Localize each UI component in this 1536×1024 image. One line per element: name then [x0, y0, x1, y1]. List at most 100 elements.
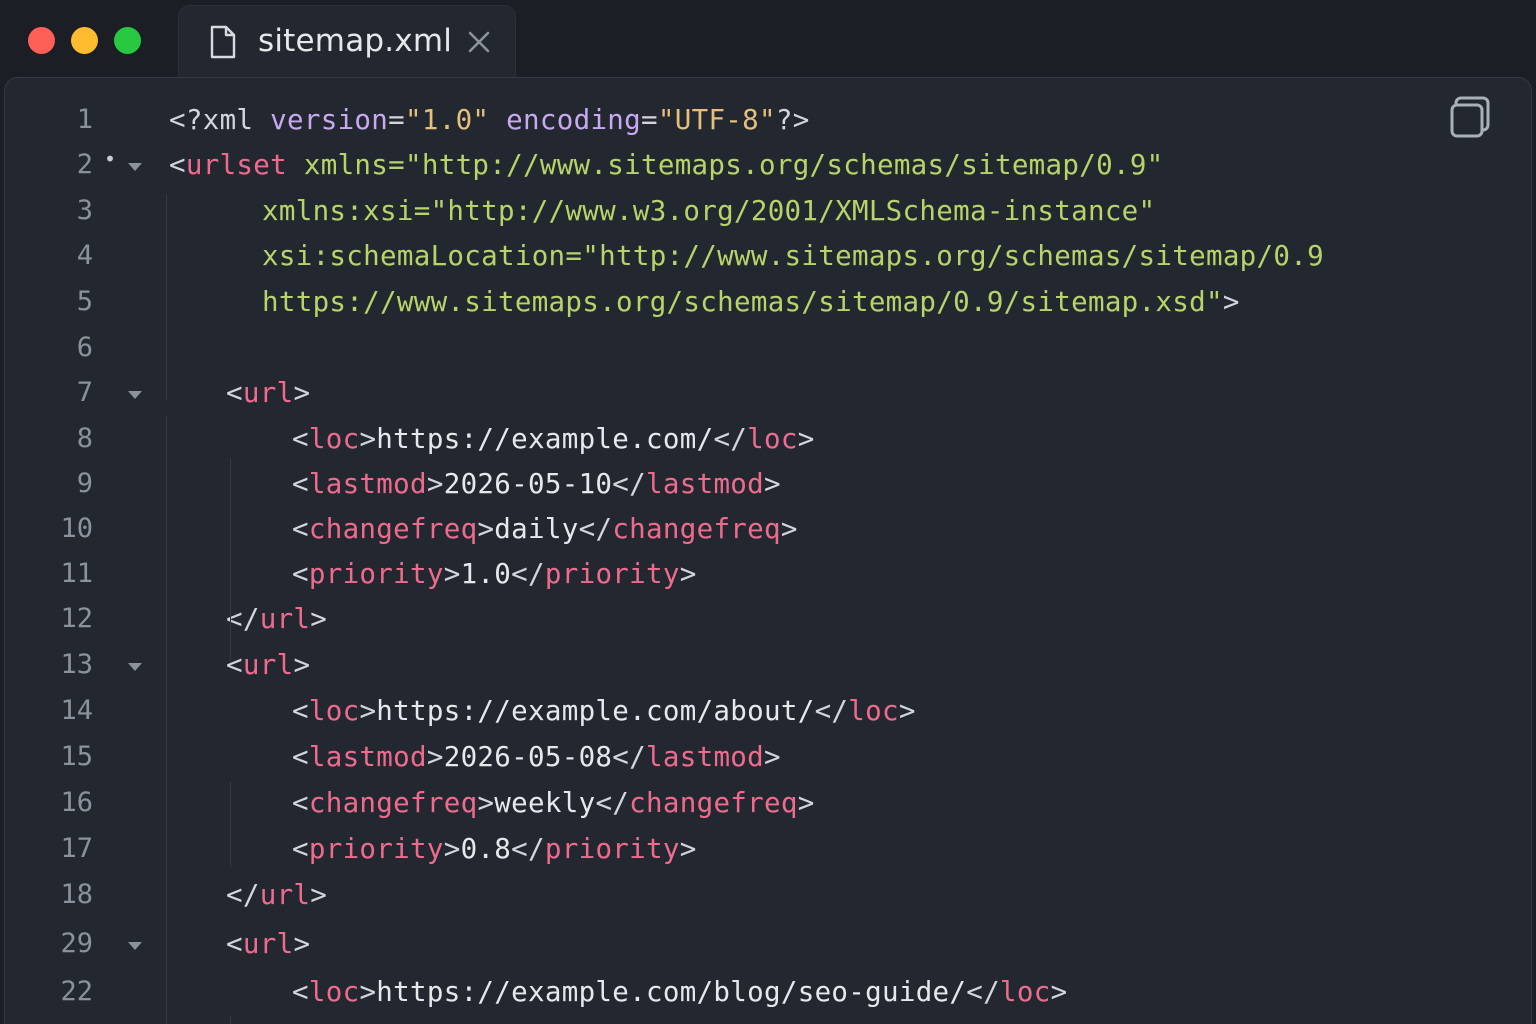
code-token: >	[1222, 286, 1240, 318]
copy-icon[interactable]	[1450, 96, 1492, 138]
code-token: >	[477, 513, 495, 545]
code-token: </	[595, 787, 630, 819]
modified-marker: •	[104, 147, 117, 171]
code-token: weekly	[494, 787, 596, 819]
code-token: >	[1050, 976, 1068, 1008]
code-token: =	[388, 104, 405, 136]
code-line[interactable]: 18 </url>	[5, 875, 1485, 919]
code-editor[interactable]: 1 <?xml version="1.0" encoding="UTF-8"?> 2…	[4, 77, 1532, 1024]
code-token: url	[259, 603, 311, 635]
close-window-button[interactable]	[28, 27, 55, 54]
code-token: >	[679, 558, 697, 590]
code-token: daily	[494, 513, 579, 545]
code-line[interactable]: 29 <url>	[5, 924, 1485, 968]
minimize-window-button[interactable]	[71, 27, 98, 54]
line-number: 4	[76, 240, 93, 271]
code-text: </url>	[226, 603, 327, 635]
code-text: <lastmod>2026-05-10</lastmod>	[292, 468, 781, 500]
code-line[interactable]: 6	[5, 328, 1485, 372]
code-token: 0.8	[460, 833, 512, 865]
code-line[interactable]: 13 <url>	[5, 645, 1485, 689]
code-token: <	[292, 787, 309, 819]
code-line[interactable]: 22 <loc>https://example.com/blog/seo-guid…	[5, 972, 1485, 1016]
code-token: ?>	[775, 104, 810, 136]
code-token: urlset	[185, 149, 287, 181]
code-token: <	[292, 423, 309, 455]
code-token: url	[242, 377, 294, 409]
indent-guide	[230, 458, 231, 661]
fold-arrow-icon[interactable]	[128, 942, 142, 950]
code-token: >	[477, 787, 495, 819]
code-line[interactable]: 1 <?xml version="1.0" encoding="UTF-8"?>	[5, 100, 1485, 144]
code-line[interactable]: 4 xsi:schemaLocation="http://www.sitemaps…	[5, 236, 1485, 280]
code-text: <changefreq>weekly</changefreq>	[292, 787, 815, 819]
code-token: xmlns="http://www.sitemaps.org/schemas/s…	[287, 149, 1164, 181]
code-token: >	[679, 833, 697, 865]
code-line[interactable]: 12 </url>	[5, 599, 1485, 643]
code-line[interactable]: 14 <loc>https://example.com/about/</loc>	[5, 691, 1485, 735]
close-icon[interactable]	[467, 30, 491, 54]
code-token: changefreq	[308, 513, 478, 545]
code-token: lastmod	[308, 468, 427, 500]
fold-arrow-icon[interactable]	[128, 163, 142, 171]
code-token: >	[293, 377, 311, 409]
code-token: >	[764, 741, 781, 773]
code-token: >	[359, 976, 377, 1008]
code-token: </	[612, 741, 647, 773]
code-text: <urlset xmlns="http://www.sitemaps.org/s…	[169, 149, 1164, 181]
code-token: loc	[308, 423, 360, 455]
code-line[interactable]: 17 <priority>0.8</priority>	[5, 829, 1485, 873]
code-text: <priority>0.8</priority>	[292, 833, 697, 865]
code-token: >	[359, 695, 377, 727]
line-number: 13	[60, 649, 93, 680]
code-text: <url>	[226, 649, 310, 681]
fold-arrow-icon[interactable]	[128, 391, 142, 399]
code-token: xmlns:xsi="http://www.w3.org/2001/XMLSch…	[262, 195, 1156, 227]
code-text: <priority>1.0</priority>	[292, 558, 697, 590]
code-token: "UTF-8"	[657, 104, 776, 136]
code-token: changefreq	[612, 513, 781, 545]
code-token: https://example.com/blog/seo-guide/	[376, 976, 967, 1008]
code-line[interactable]: 10 <changefreq>daily</changefreq>	[5, 509, 1485, 553]
line-number: 2	[76, 149, 93, 180]
zoom-window-button[interactable]	[114, 27, 141, 54]
code-token: https://www.sitemaps.org/schemas/sitemap…	[262, 286, 1223, 318]
code-token: 1.0	[460, 558, 512, 590]
code-token: </	[511, 558, 545, 590]
code-token: </	[226, 879, 260, 911]
code-token: <	[292, 741, 309, 773]
code-token: priority	[308, 833, 444, 865]
line-number: 29	[60, 928, 93, 959]
code-token: </	[578, 513, 613, 545]
code-token: loc	[308, 695, 360, 727]
code-line[interactable]: 2 • <urlset xmlns="http://www.sitemaps.org…	[5, 145, 1485, 189]
code-token: <	[292, 468, 309, 500]
code-token: >	[293, 928, 311, 960]
code-text: <lastmod>2026-05-08</lastmod>	[292, 741, 781, 773]
code-line[interactable]: 15 <lastmod>2026-05-08</lastmod>	[5, 737, 1485, 781]
code-token: >	[310, 879, 328, 911]
code-text: <url>	[226, 377, 310, 409]
code-text: <loc>https://example.com/blog/seo-guide/…	[292, 976, 1067, 1008]
code-token: <	[292, 513, 309, 545]
fold-arrow-icon[interactable]	[128, 663, 142, 671]
code-token: <	[226, 928, 243, 960]
indent-guide	[230, 1016, 231, 1024]
file-icon	[210, 25, 236, 59]
code-token: <	[292, 976, 309, 1008]
line-number: 11	[60, 558, 93, 589]
code-line[interactable]: 16 <changefreq>weekly</changefreq>	[5, 783, 1485, 827]
code-line[interactable]: 5 https://www.sitemaps.org/schemas/sitema…	[5, 282, 1485, 326]
code-line[interactable]: 9 <lastmod>2026-05-10</lastmod>	[5, 464, 1485, 508]
code-line[interactable]: 7 <url>	[5, 373, 1485, 417]
code-line[interactable]: 11 <priority>1.0</priority>	[5, 554, 1485, 598]
code-token: 2026-05-08	[443, 741, 613, 773]
code-token: <	[169, 149, 186, 181]
tab-sitemap-xml[interactable]: sitemap.xml	[178, 5, 516, 78]
code-token: lastmod	[308, 741, 427, 773]
code-line[interactable]: 8 <loc>https://example.com/</loc>	[5, 419, 1485, 463]
line-number: 5	[76, 286, 93, 317]
code-line[interactable]: 3 xmlns:xsi="http://www.w3.org/2001/XMLSc…	[5, 191, 1485, 235]
code-text: <changefreq>daily</changefreq>	[292, 513, 798, 545]
tab-title: sitemap.xml	[258, 23, 453, 59]
